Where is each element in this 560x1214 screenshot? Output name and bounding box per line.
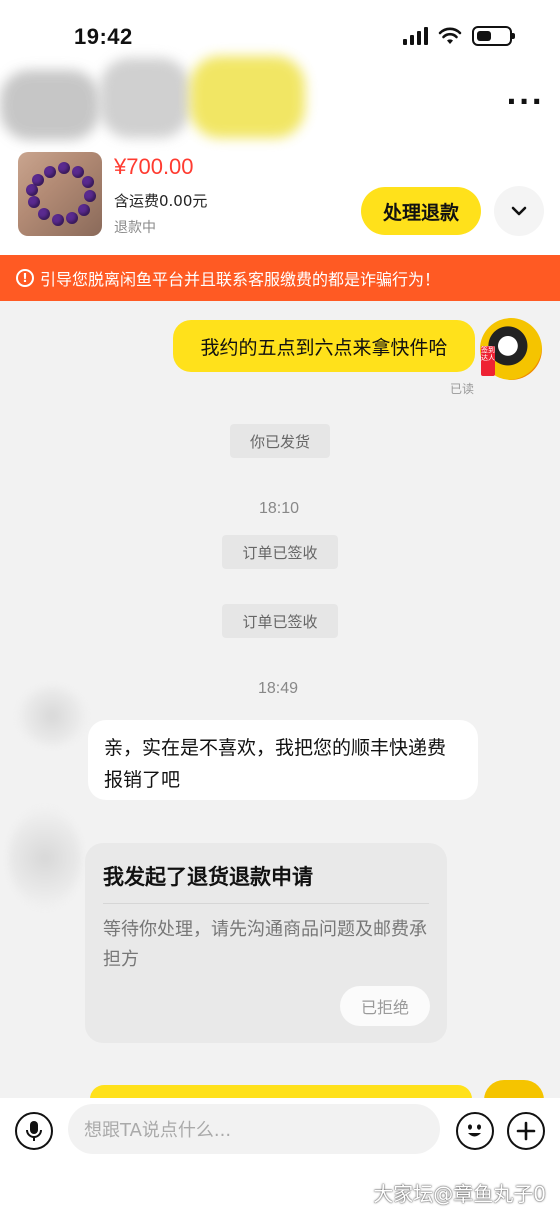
battery-icon bbox=[472, 26, 515, 46]
redacted-name-3 bbox=[190, 56, 305, 138]
status-icons bbox=[403, 26, 515, 46]
other-message-bubble[interactable]: 亲，实在是不喜欢，我把您的顺丰快递费报销了吧 bbox=[88, 720, 478, 800]
plus-icon[interactable] bbox=[507, 1112, 545, 1150]
alert-icon: ! bbox=[16, 269, 34, 287]
my-message-bubble[interactable]: 我约的五点到六点来拿快件哈 bbox=[173, 320, 475, 372]
emoji-icon[interactable] bbox=[456, 1112, 494, 1150]
product-price: ¥700.00 bbox=[114, 154, 194, 179]
message-input[interactable]: 想跟TA说点什么... bbox=[68, 1104, 440, 1154]
product-thumbnail[interactable] bbox=[18, 152, 102, 236]
watermark: 大家坛@章鱼丸子0 bbox=[373, 1182, 546, 1206]
avatar-badge: 签到达人 bbox=[481, 346, 495, 376]
message-time: 18:49 bbox=[258, 680, 299, 697]
system-message: 订单已签收 bbox=[222, 535, 338, 569]
system-message: 你已发货 bbox=[230, 424, 330, 458]
more-icon[interactable]: ··· bbox=[506, 88, 544, 116]
handle-refund-button[interactable]: 处理退款 bbox=[361, 187, 481, 235]
my-message-bubble-partial[interactable] bbox=[90, 1085, 472, 1099]
fraud-warning-banner: ! 引导您脱离闲鱼平台并且联系客服缴费的都是诈骗行为！ bbox=[0, 255, 560, 301]
redacted-name bbox=[0, 70, 100, 140]
warning-text: 引导您脱离闲鱼平台并且联系客服缴费的都是诈骗行为！ bbox=[40, 270, 441, 289]
wifi-icon bbox=[438, 27, 462, 44]
signal-icon bbox=[403, 27, 428, 45]
system-message: 订单已签收 bbox=[222, 604, 338, 638]
other-avatar[interactable] bbox=[18, 686, 86, 746]
card-title: 我发起了退货退款申请 bbox=[103, 865, 313, 889]
refund-request-card[interactable]: 我发起了退货退款申请 等待你处理，请先沟通商品问题及邮费承担方 已拒绝 bbox=[85, 843, 447, 1043]
my-avatar-partial[interactable] bbox=[484, 1080, 544, 1100]
chevron-down-icon[interactable] bbox=[494, 186, 544, 236]
other-avatar[interactable] bbox=[8, 808, 82, 908]
read-status: 已读 bbox=[450, 382, 475, 396]
redacted-name-2 bbox=[100, 58, 190, 138]
status-time: 19:42 bbox=[74, 24, 133, 49]
status-bar: 19:42 bbox=[0, 0, 560, 60]
card-description: 等待你处理，请先沟通商品问题及邮费承担方 bbox=[103, 919, 427, 970]
order-status: 退款中 bbox=[114, 220, 156, 236]
shipping-fee: 含运费0.00元 bbox=[114, 192, 208, 210]
message-time: 18:10 bbox=[259, 500, 300, 517]
rejected-button[interactable]: 已拒绝 bbox=[340, 986, 430, 1026]
microphone-icon[interactable] bbox=[15, 1112, 53, 1150]
card-divider bbox=[103, 903, 429, 904]
